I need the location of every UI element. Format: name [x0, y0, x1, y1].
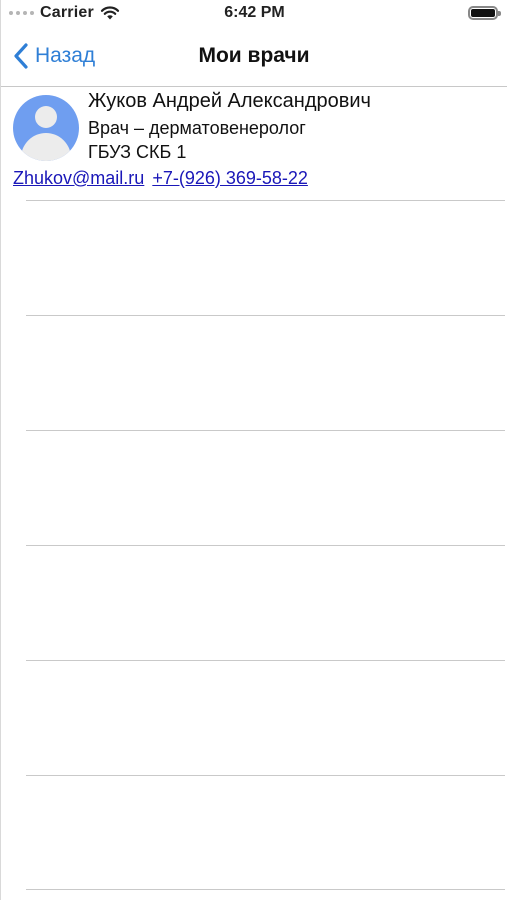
list-separator: [26, 660, 505, 661]
app-screen: Carrier 6:42 PM Назад Мои врачи Жуков Ан…: [0, 0, 507, 900]
doctor-specialty: Врач – дерматовенеролог: [88, 118, 306, 138]
email-link[interactable]: Zhukov@mail.ru: [13, 168, 144, 188]
status-bar: Carrier 6:42 PM: [1, 0, 507, 28]
doctor-name: Жуков Андрей Александрович: [88, 90, 371, 112]
phone-link[interactable]: +7-(926) 369-58-22: [152, 168, 308, 188]
battery-icon: [468, 6, 501, 20]
doctor-card[interactable]: Жуков Андрей Александрович Врач – дермат…: [1, 87, 507, 202]
list-separator: [26, 889, 505, 890]
list-separator: [26, 200, 505, 201]
person-avatar-icon: [13, 95, 79, 161]
page-title: Мои врачи: [198, 44, 310, 67]
navigation-bar: Назад Мои врачи: [1, 28, 507, 87]
list-separator: [26, 315, 505, 316]
doctor-contacts: Zhukov@mail.ru +7-(926) 369-58-22: [13, 168, 308, 189]
list-separator: [26, 430, 505, 431]
list-separator: [26, 545, 505, 546]
status-time: 6:42 PM: [224, 4, 285, 21]
doctor-organization: ГБУЗ СКБ 1: [88, 142, 187, 162]
list-separator: [26, 775, 505, 776]
